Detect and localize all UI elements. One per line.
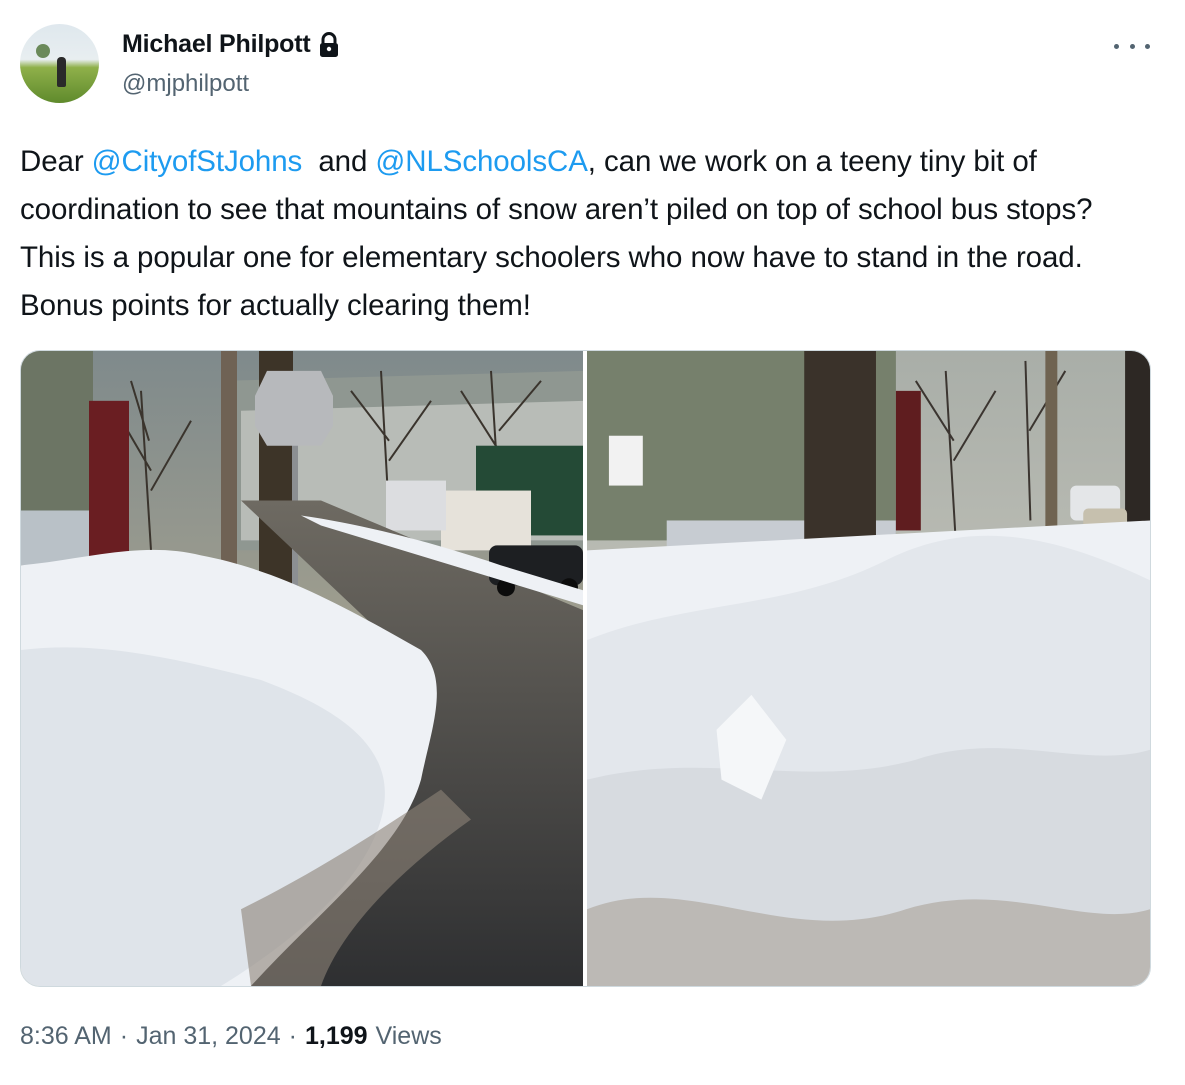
lock-icon — [320, 31, 339, 57]
views-label: Views — [375, 1022, 442, 1050]
author-name-row: Michael Philpott — [122, 30, 340, 59]
mention-link-nlschoolsca[interactable]: @NLSchoolsCA — [375, 145, 587, 178]
photo-street-view[interactable] — [21, 351, 583, 986]
more-horizontal-icon-dot — [1114, 43, 1119, 49]
street-photo-illustration — [21, 351, 583, 986]
author-handle[interactable]: @mjphilpott — [122, 70, 249, 98]
meta-separator: · — [288, 1022, 297, 1050]
photo-close-view[interactable] — [587, 351, 1150, 986]
tweet-text-segment: Dear — [20, 145, 92, 178]
mention-link-cityofstjohns[interactable]: @CityofStJohns — [92, 145, 303, 178]
tweet-text: Dear @CityofStJohns and @NLSchoolsCA, ca… — [20, 138, 1150, 330]
avatar[interactable] — [20, 24, 99, 103]
meta-separator: · — [119, 1022, 129, 1050]
more-options-button[interactable] — [1114, 36, 1150, 56]
tweet-text-segment: and — [302, 145, 376, 178]
views-count: 1,199 — [304, 1022, 368, 1050]
more-horizontal-icon-dot — [1145, 43, 1150, 49]
avatar-tree — [36, 44, 50, 58]
media-grid — [20, 350, 1151, 987]
avatar-person — [57, 57, 66, 87]
tweet-date[interactable]: Jan 31, 2024 — [136, 1022, 281, 1051]
tweet-meta: 8:36 AM · Jan 31, 2024 · 1,199 Views — [20, 1022, 442, 1051]
author-display-name[interactable]: Michael Philpott — [122, 30, 311, 59]
tweet-time[interactable]: 8:36 AM — [20, 1022, 112, 1051]
more-horizontal-icon-dot — [1129, 43, 1135, 49]
snow-closeup-illustration — [587, 351, 1150, 986]
